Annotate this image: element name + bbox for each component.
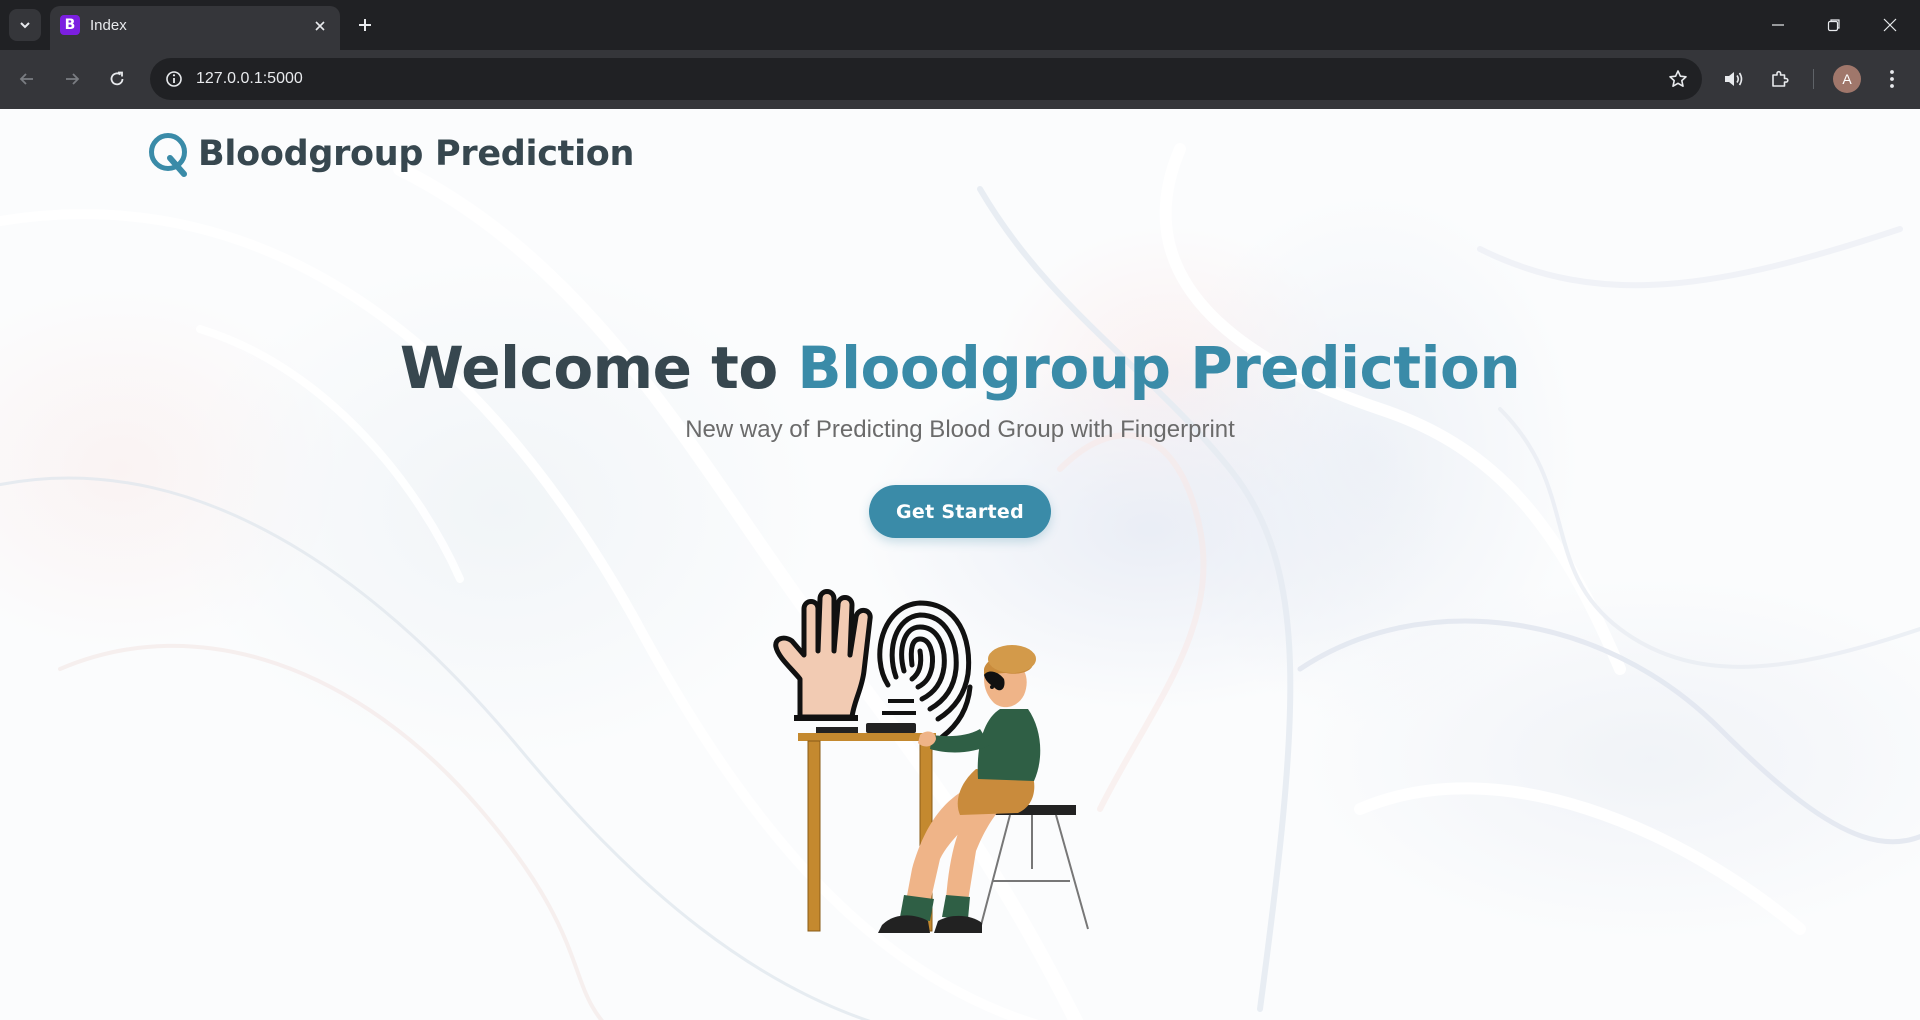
get-started-button[interactable]: Get Started [869,485,1051,538]
address-bar[interactable]: 127.0.0.1:5000 [150,58,1702,100]
profile-avatar[interactable]: A [1833,65,1861,93]
hand-icon [773,589,873,721]
kebab-menu-icon [1890,70,1894,88]
tab-close-button[interactable] [310,16,330,36]
hero-title: Welcome to Bloodgroup Prediction [0,334,1920,402]
tab-search-button[interactable] [9,9,41,41]
browser-toolbar: 127.0.0.1:5000 A [0,50,1920,109]
puzzle-icon [1772,70,1789,87]
page-viewport: Bloodgroup Prediction Welcome to Bloodgr… [0,109,1920,1020]
bookmark-button[interactable] [1664,65,1692,93]
star-icon [1669,70,1687,87]
tab-favicon: B [60,15,80,35]
plus-icon [359,19,371,31]
browser-menu-button[interactable] [1876,63,1908,95]
restore-button[interactable] [1806,0,1862,50]
extensions-button[interactable] [1764,63,1796,95]
browser-tabstrip: B Index [0,0,1920,50]
close-icon [315,21,325,31]
close-icon [1883,18,1897,32]
toolbar-separator [1813,69,1814,89]
fingerprint-icon [877,600,973,740]
q-logo-icon [149,133,187,177]
hero-title-accent: Bloodgroup Prediction [797,334,1521,402]
tab-title: Index [90,17,127,34]
forward-button[interactable] [56,63,88,95]
hero-title-prefix: Welcome to [399,334,778,402]
media-control-button[interactable] [1718,63,1750,95]
restore-icon [1827,19,1840,32]
arrow-right-icon [66,73,80,85]
chevron-down-icon [20,22,30,29]
hero-subtitle: New way of Predicting Blood Group with F… [685,416,1235,443]
arrow-left-icon [19,73,33,85]
minimize-icon [1772,24,1784,26]
speaker-icon [1725,72,1743,86]
back-button[interactable] [11,63,43,95]
window-close-button[interactable] [1862,0,1918,50]
url-text[interactable]: 127.0.0.1:5000 [196,70,303,88]
brand[interactable]: Bloodgroup Prediction [148,131,634,177]
reload-icon [110,71,124,86]
minimize-button[interactable] [1750,0,1806,50]
info-icon [166,71,182,87]
new-tab-button[interactable] [350,10,380,40]
person-scanning-fingerprint-illustration [773,589,1089,933]
brand-title: Bloodgroup Prediction [198,134,635,174]
browser-tab-active[interactable]: B Index [50,6,340,50]
reload-button[interactable] [101,63,133,95]
site-info-button[interactable] [160,65,188,93]
